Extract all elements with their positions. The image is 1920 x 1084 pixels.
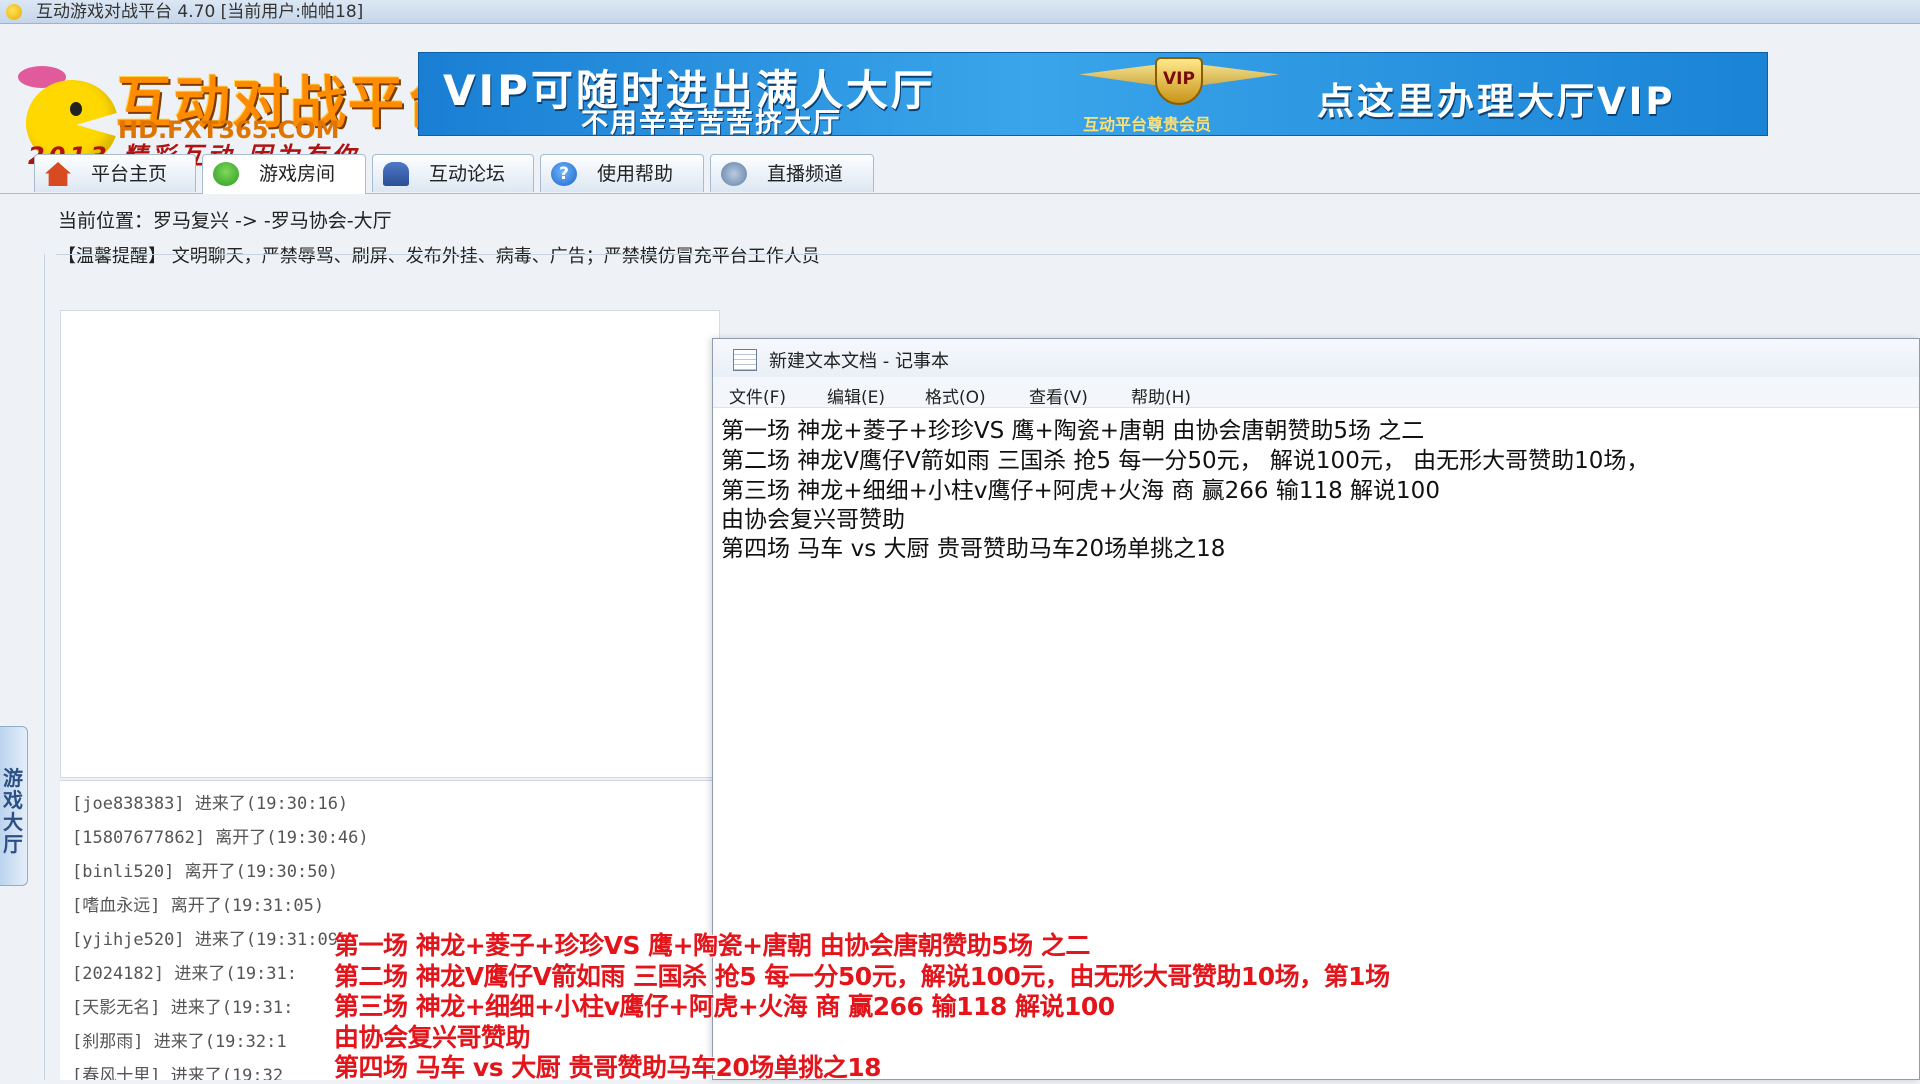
tab-help[interactable]: ? 使用帮助: [540, 154, 704, 192]
text-line: 第一场 神龙+菱子+珍珍VS 鹰+陶瓷+唐朝 由协会唐朝赞助5场 之二: [721, 418, 1425, 444]
platform-logo[interactable]: 互动对战平台 HD.FXT365.COM 2013 精彩互动 因为有你: [12, 44, 462, 170]
menu-file[interactable]: 文件(F): [729, 383, 786, 408]
menu-edit[interactable]: 编辑(E): [827, 383, 885, 408]
side-tab-label: 游戏大厅: [3, 766, 23, 856]
pacman-eye-icon: [70, 102, 82, 116]
tab-label: 使用帮助: [597, 163, 674, 185]
home-icon: [45, 162, 71, 186]
menu-format[interactable]: 格式(O): [925, 383, 986, 408]
notepad-title-bar[interactable]: 新建文本文档 - 记事本: [713, 339, 1919, 377]
vip-member-caption: 互动平台尊贵会员: [1083, 115, 1212, 134]
game-room-icon: [213, 162, 239, 186]
log-item: [2024182] 进来了(19:31:: [72, 964, 297, 984]
room-view-pane: [60, 310, 720, 778]
window-title: 互动游戏对战平台 4.70 [当前用户:帕帕18]: [36, 2, 364, 22]
tab-label: 互动论坛: [429, 163, 506, 185]
log-item: [春风十里] 进来了(19:32: [72, 1066, 284, 1080]
vip-banner[interactable]: VIP可随时进出满人大厅 不用辛辛苦苦挤大厅 VIP 互动平台尊贵会员 点这里办…: [418, 52, 1768, 136]
tab-live-channel[interactable]: 直播频道: [710, 154, 874, 192]
vip-badge-icon: VIP: [1155, 57, 1203, 105]
notepad-title: 新建文本文档 - 记事本: [769, 351, 949, 372]
text-line: 第四场 马车 vs 大厨 贵哥赞助马车20场单挑之18: [721, 536, 1226, 562]
tab-label: 直播频道: [767, 163, 844, 185]
header: 互动对战平台 HD.FXT365.COM 2013 精彩互动 因为有你 VIP可…: [0, 24, 1920, 170]
log-item: [yjihje520] 进来了(19:31:09): [72, 930, 349, 950]
live-channel-icon: [721, 162, 747, 186]
log-item: [joe838383] 进来了(19:30:16): [72, 794, 349, 814]
tab-label: 平台主页: [91, 163, 168, 185]
tab-forum[interactable]: 互动论坛: [372, 154, 534, 192]
app-icon: [6, 4, 22, 20]
divider: [44, 254, 45, 1080]
window-title-bar: 互动游戏对战平台 4.70 [当前用户:帕帕18]: [0, 0, 1920, 24]
log-item: [刹那雨] 进来了(19:32:1: [72, 1032, 287, 1052]
main-tab-bar: 平台主页 游戏房间 互动论坛 ? 使用帮助 直播频道: [0, 154, 1920, 194]
tab-platform-home[interactable]: 平台主页: [34, 154, 196, 192]
log-item: [嗜血永远] 离开了(19:31:05): [72, 896, 325, 916]
notepad-menu-bar: 文件(F) 编辑(E) 格式(O) 查看(V) 帮助(H): [713, 377, 1919, 408]
breadcrumb: 当前位置：罗马复兴 -> -罗马协会-大厅: [58, 210, 392, 232]
tab-label: 游戏房间: [259, 163, 336, 185]
menu-view[interactable]: 查看(V): [1029, 383, 1088, 408]
menu-help[interactable]: 帮助(H): [1131, 383, 1191, 408]
divider: [56, 254, 1920, 255]
vip-signup-link[interactable]: 点这里办理大厅VIP: [1317, 71, 1676, 125]
caption-line: 第四场 马车 vs 大厨 贵哥赞助马车20场单挑之18: [334, 1053, 882, 1082]
log-item: [15807677862] 离开了(19:30:46): [72, 828, 369, 848]
forum-icon: [383, 162, 409, 186]
text-line: 第二场 神龙V鹰仔V箭如雨 三国杀 抢5 每一分50元， 解说100元， 由无形…: [721, 448, 1650, 474]
log-item: [binli520] 离开了(19:30:50): [72, 862, 338, 882]
game-lobby-side-tab[interactable]: 游戏大厅: [0, 726, 28, 886]
log-item: [天影无名] 进来了(19:31:: [72, 998, 294, 1018]
help-icon: ?: [551, 162, 577, 186]
tab-game-room[interactable]: 游戏房间: [202, 154, 366, 194]
reminder-notice: 【温馨提醒】 文明聊天，严禁辱骂、刷屏、发布外挂、病毒、广告；严禁模仿冒充平台工…: [58, 246, 820, 267]
notepad-icon: [733, 349, 757, 371]
banner-subline: 不用辛辛苦苦挤大厅: [581, 108, 842, 136]
